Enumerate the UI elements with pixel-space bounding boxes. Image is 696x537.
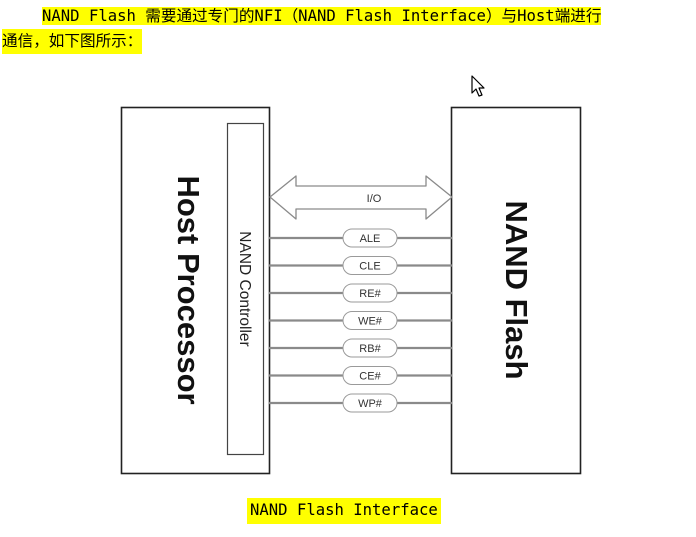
nand-flash-label: NAND Flash xyxy=(499,200,534,379)
signal-label-re: RE# xyxy=(359,288,381,300)
signal-label-wp: WP# xyxy=(358,398,383,410)
host-processor-label: Host Processor xyxy=(171,175,206,404)
signal-label-ce: CE# xyxy=(359,371,381,383)
signal-label-ale: ALE xyxy=(360,233,381,245)
signal-lines: ALE CLE RE# WE# RB# CE# WP# xyxy=(269,228,452,413)
nand-controller-label: NAND Controller xyxy=(236,231,253,346)
nand-interface-diagram: Host Processor NAND Controller NAND Flas… xyxy=(120,106,582,475)
figure-caption: NAND Flash Interface xyxy=(247,498,441,524)
signal-label-cle: CLE xyxy=(359,261,380,273)
io-label: I/O xyxy=(367,193,382,205)
signal-label-we: WE# xyxy=(358,316,383,328)
io-bus-arrow xyxy=(269,175,453,220)
signal-label-rb: RB# xyxy=(359,343,381,355)
